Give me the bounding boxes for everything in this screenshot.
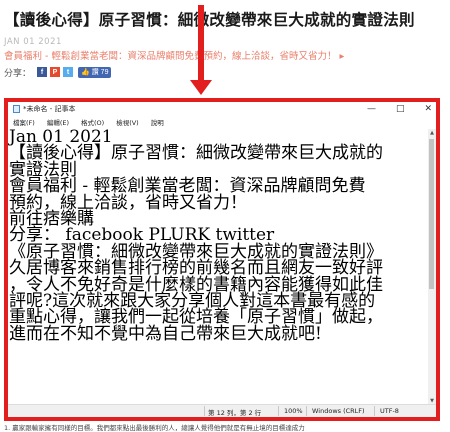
- maximize-button[interactable]: □: [396, 104, 405, 114]
- like-button[interactable]: 👍 讚 79: [78, 66, 112, 78]
- menu-help[interactable]: 說明: [151, 117, 164, 127]
- thumbs-up-icon: 👍: [81, 69, 90, 76]
- article-body-peek: 1. 贏家跟輸家擁有同樣的目標。我們都來點出最後勝利的人，總讓人覺得他們就是有無…: [4, 424, 305, 432]
- window-controls: — □ ✕: [367, 102, 432, 115]
- close-button[interactable]: ✕: [424, 104, 432, 114]
- share-label: 分享：: [4, 68, 32, 79]
- text-line: 進而在不知不覺中為自己帶來巨大成就吧!: [9, 323, 322, 344]
- status-sep: [374, 406, 375, 416]
- notepad-window-title: *未命名 - 記事本: [23, 104, 76, 113]
- status-encoding: UTF-8: [380, 407, 399, 415]
- notepad-app-icon: [13, 104, 20, 113]
- menu-file[interactable]: 檔案(F): [13, 117, 35, 127]
- twitter-icon[interactable]: t: [63, 67, 74, 77]
- arrow-shaft: [198, 5, 204, 83]
- arrow-down-icon: [190, 80, 212, 95]
- minimize-button[interactable]: —: [367, 104, 376, 114]
- vertical-scrollbar[interactable]: ▲ ▼: [428, 129, 436, 405]
- status-sep: [278, 406, 279, 416]
- status-line-ending: Windows (CRLF): [312, 407, 365, 415]
- promo-link[interactable]: 會員福利 - 輕鬆創業當老闆：資深品牌顧問免費預約，線上洽談，省時又省力！ ▸: [4, 48, 344, 62]
- notepad-text-area[interactable]: Jan 01 2021 【讀後心得】原子習慣：細微改變帶來巨大成就的 實證法則 …: [8, 129, 428, 405]
- notepad-statusbar: 第 12 列，第 2 行 100% Windows (CRLF) UTF-8: [8, 404, 436, 417]
- plurk-icon[interactable]: P: [50, 67, 61, 77]
- facebook-icon[interactable]: f: [37, 67, 48, 77]
- article-title: 【讀後心得】原子習慣：細微改變帶來巨大成就的實證法則: [4, 11, 415, 29]
- scroll-up-icon[interactable]: ▲: [428, 129, 436, 137]
- notepad-window: *未命名 - 記事本 — □ ✕ 檔案(F) 編輯(E) 格式(O) 檢視(V)…: [4, 98, 440, 421]
- menu-edit[interactable]: 編輯(E): [47, 117, 69, 127]
- status-zoom: 100%: [284, 407, 303, 415]
- menu-view[interactable]: 檢視(V): [116, 117, 139, 127]
- status-sep: [306, 406, 307, 416]
- notepad-menubar: 檔案(F) 編輯(E) 格式(O) 檢視(V) 說明: [8, 116, 436, 128]
- menu-format[interactable]: 格式(O): [81, 117, 104, 127]
- like-count: 讚 79: [91, 69, 109, 76]
- post-date: JAN 01 2021: [4, 37, 62, 47]
- status-sep: [204, 406, 205, 416]
- scroll-thumb[interactable]: [429, 139, 434, 289]
- status-position: 第 12 列，第 2 行: [208, 409, 262, 417]
- notepad-titlebar[interactable]: *未命名 - 記事本 — □ ✕: [8, 102, 436, 115]
- share-row: 分享： f P t 👍 讚 79: [4, 66, 112, 79]
